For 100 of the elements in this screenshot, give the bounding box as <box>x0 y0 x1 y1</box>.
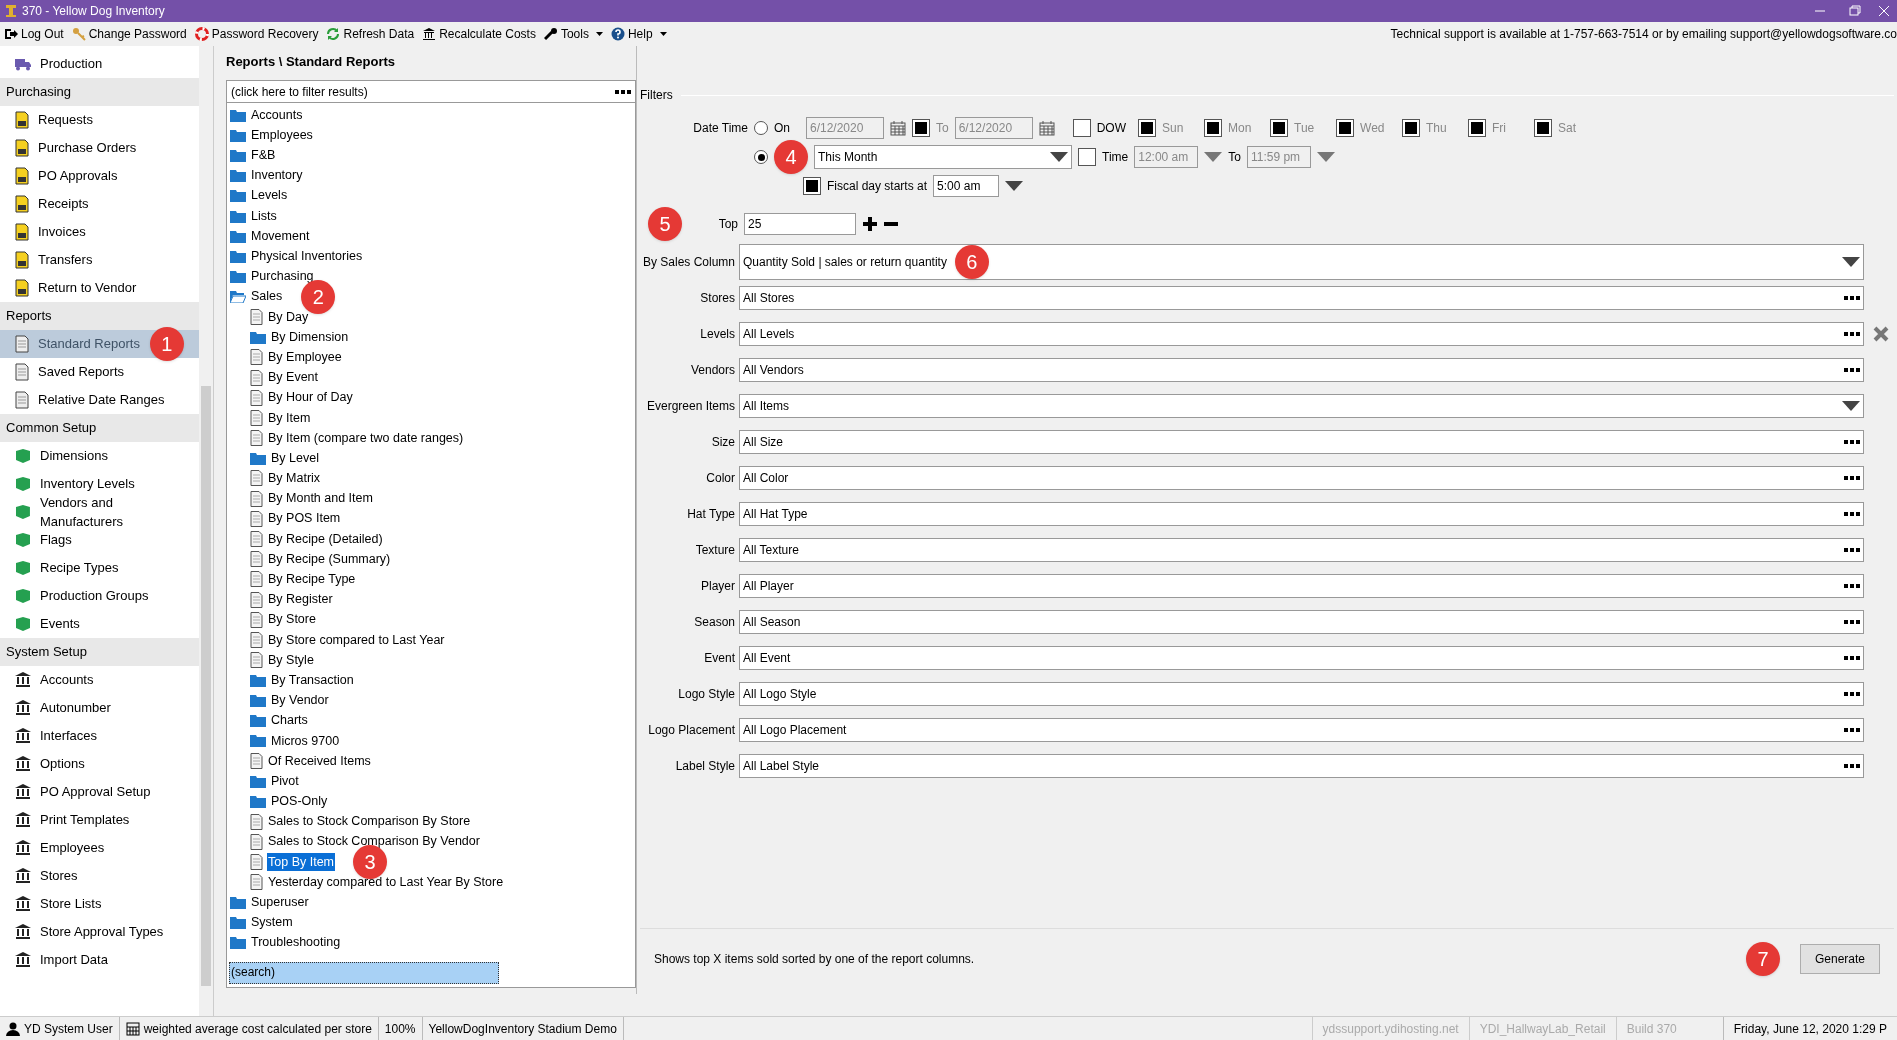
sidebar-item[interactable]: Production Groups <box>0 582 199 610</box>
tree-item[interactable]: By Store compared to Last Year <box>267 630 446 650</box>
tree-item[interactable]: By Event <box>267 368 320 387</box>
picker-field[interactable]: All Color <box>739 466 1864 490</box>
tree-item[interactable]: By Hour of Day <box>267 388 354 408</box>
tree-item[interactable]: Physical Inventories <box>250 247 364 266</box>
dropdown-field[interactable]: Quantity Sold | sales or return quantity 6 <box>739 244 1864 280</box>
time-field[interactable]: 5:00 am <box>933 175 1000 197</box>
tree-item[interactable]: Sales <box>250 287 284 307</box>
checkbox[interactable] <box>1468 119 1486 137</box>
sidebar-item[interactable]: Dimensions <box>0 442 199 470</box>
checkbox[interactable] <box>803 177 821 195</box>
sidebar-item[interactable]: Options <box>0 750 199 778</box>
sidebar-item[interactable]: Requests <box>0 106 199 134</box>
tree-item[interactable]: Sales to Stock Comparison By Store <box>267 812 472 832</box>
tree-item[interactable]: Pivot <box>270 771 300 791</box>
generate-button[interactable]: Generate <box>1799 943 1880 974</box>
tree-item[interactable]: By Month and Item <box>267 489 374 509</box>
picker-field[interactable]: All Hat Type <box>739 502 1864 526</box>
checkbox[interactable] <box>1534 119 1552 137</box>
tree-item[interactable]: Of Received Items <box>267 751 372 771</box>
tree-item[interactable]: By Item <box>267 408 312 428</box>
checkbox[interactable] <box>1270 119 1288 137</box>
sidebar-item[interactable]: Standard Reports 1 <box>0 330 199 358</box>
tree-item[interactable]: System <box>250 913 294 932</box>
sidebar-item[interactable]: PO Approval Setup <box>0 778 199 806</box>
tree-item[interactable]: F&B <box>250 146 277 165</box>
toolbar-button[interactable]: Refresh Data <box>326 25 415 43</box>
tree-item[interactable]: Levels <box>250 186 289 206</box>
checkbox[interactable] <box>1072 119 1091 137</box>
tree-item[interactable]: Lists <box>250 206 278 226</box>
sidebar-item[interactable]: Flags <box>0 526 199 554</box>
sidebar-item[interactable]: Print Templates <box>0 806 199 834</box>
ellipsis-icon[interactable] <box>1844 691 1860 697</box>
ellipsis-icon[interactable] <box>1844 655 1860 661</box>
toolbar-button[interactable]: Tools <box>543 25 603 43</box>
ellipsis-icon[interactable] <box>1844 619 1860 625</box>
picker-field[interactable]: All Label Style <box>739 754 1864 778</box>
tree-item[interactable]: Accounts <box>250 105 304 125</box>
radio-button[interactable] <box>754 121 768 135</box>
dropdown-arrow-icon[interactable] <box>1005 181 1024 191</box>
picker-field[interactable]: All Player <box>739 574 1864 598</box>
sidebar-item[interactable]: Return to Vendor <box>0 274 199 302</box>
ellipsis-icon[interactable] <box>1844 547 1860 553</box>
checkbox[interactable] <box>1336 119 1354 137</box>
dropdown-arrow-icon[interactable] <box>1842 401 1860 411</box>
picker-field[interactable]: All Stores <box>739 286 1864 310</box>
toolbar-button[interactable]: Log Out <box>4 25 64 43</box>
sidebar-item[interactable]: Relative Date Ranges <box>0 386 199 414</box>
checkbox[interactable] <box>1138 119 1156 137</box>
tree-item[interactable]: Top By Item <box>267 852 335 872</box>
toolbar-button[interactable]: Change Password <box>71 25 187 43</box>
tree-item[interactable]: By Level <box>270 448 320 468</box>
sidebar-item[interactable]: Accounts <box>0 666 199 694</box>
sidebar-item[interactable]: Transfers <box>0 246 199 274</box>
clear-icon[interactable] <box>1872 325 1890 343</box>
dropdown-arrow-icon[interactable] <box>1050 152 1068 162</box>
ellipsis-icon[interactable] <box>1844 583 1860 589</box>
tree-item[interactable]: Movement <box>250 226 311 246</box>
tree-item[interactable]: By Recipe (Detailed) <box>267 529 384 549</box>
picker-field[interactable]: All Logo Style <box>739 682 1864 706</box>
tree-item[interactable]: By Transaction <box>270 670 355 690</box>
tree-item[interactable]: Employees <box>250 125 314 145</box>
tree-item[interactable]: By Employee <box>267 347 343 367</box>
scrollbar[interactable] <box>199 46 213 1016</box>
sidebar-item[interactable]: Inventory Levels <box>0 470 199 498</box>
toolbar-button[interactable]: Help <box>610 25 667 43</box>
picker-field[interactable]: All Event <box>739 646 1864 670</box>
dropdown-arrow-icon[interactable] <box>1842 257 1860 267</box>
picker-field[interactable]: All Levels <box>739 322 1864 346</box>
sidebar-item[interactable]: Autonumber <box>0 694 199 722</box>
tree-item[interactable]: By Store <box>267 610 317 630</box>
radio-button[interactable] <box>754 150 768 164</box>
checkbox[interactable] <box>1204 119 1222 137</box>
sidebar-item[interactable]: Import Data <box>0 946 199 974</box>
ellipsis-icon[interactable] <box>1844 295 1860 301</box>
sidebar-item[interactable]: Purchase Orders <box>0 134 199 162</box>
tree-item[interactable]: By Vendor <box>270 691 330 710</box>
picker-field[interactable]: All Size <box>739 430 1864 454</box>
checkbox[interactable] <box>1402 119 1420 137</box>
tree-item[interactable]: By Style <box>267 650 315 670</box>
sidebar-item[interactable]: Events <box>0 610 199 638</box>
sidebar-item[interactable]: PO Approvals <box>0 162 199 190</box>
range-dropdown[interactable]: This Month <box>814 145 1072 169</box>
tree-item[interactable]: Charts <box>270 711 309 731</box>
sidebar-item[interactable]: Saved Reports <box>0 358 199 386</box>
sidebar-item[interactable]: Stores <box>0 862 199 890</box>
tree-item[interactable]: By Item (compare two date ranges) <box>267 428 465 448</box>
toolbar-button[interactable]: Recalculate Costs <box>422 25 536 43</box>
tree-item[interactable]: Inventory <box>250 166 304 186</box>
sidebar-item[interactable]: Receipts <box>0 190 199 218</box>
ellipsis-icon[interactable] <box>1844 727 1860 733</box>
picker-field[interactable]: All Season <box>739 610 1864 634</box>
picker-field[interactable]: All Logo Placement <box>739 718 1864 742</box>
sidebar-item[interactable]: Store Lists <box>0 890 199 918</box>
toolbar-button[interactable]: Password Recovery <box>194 25 319 43</box>
tree-item[interactable]: By Recipe (Summary) <box>267 549 392 569</box>
sidebar-item[interactable]: Production <box>0 50 199 78</box>
sidebar-item[interactable]: Interfaces <box>0 722 199 750</box>
ellipsis-icon[interactable] <box>1844 475 1860 481</box>
